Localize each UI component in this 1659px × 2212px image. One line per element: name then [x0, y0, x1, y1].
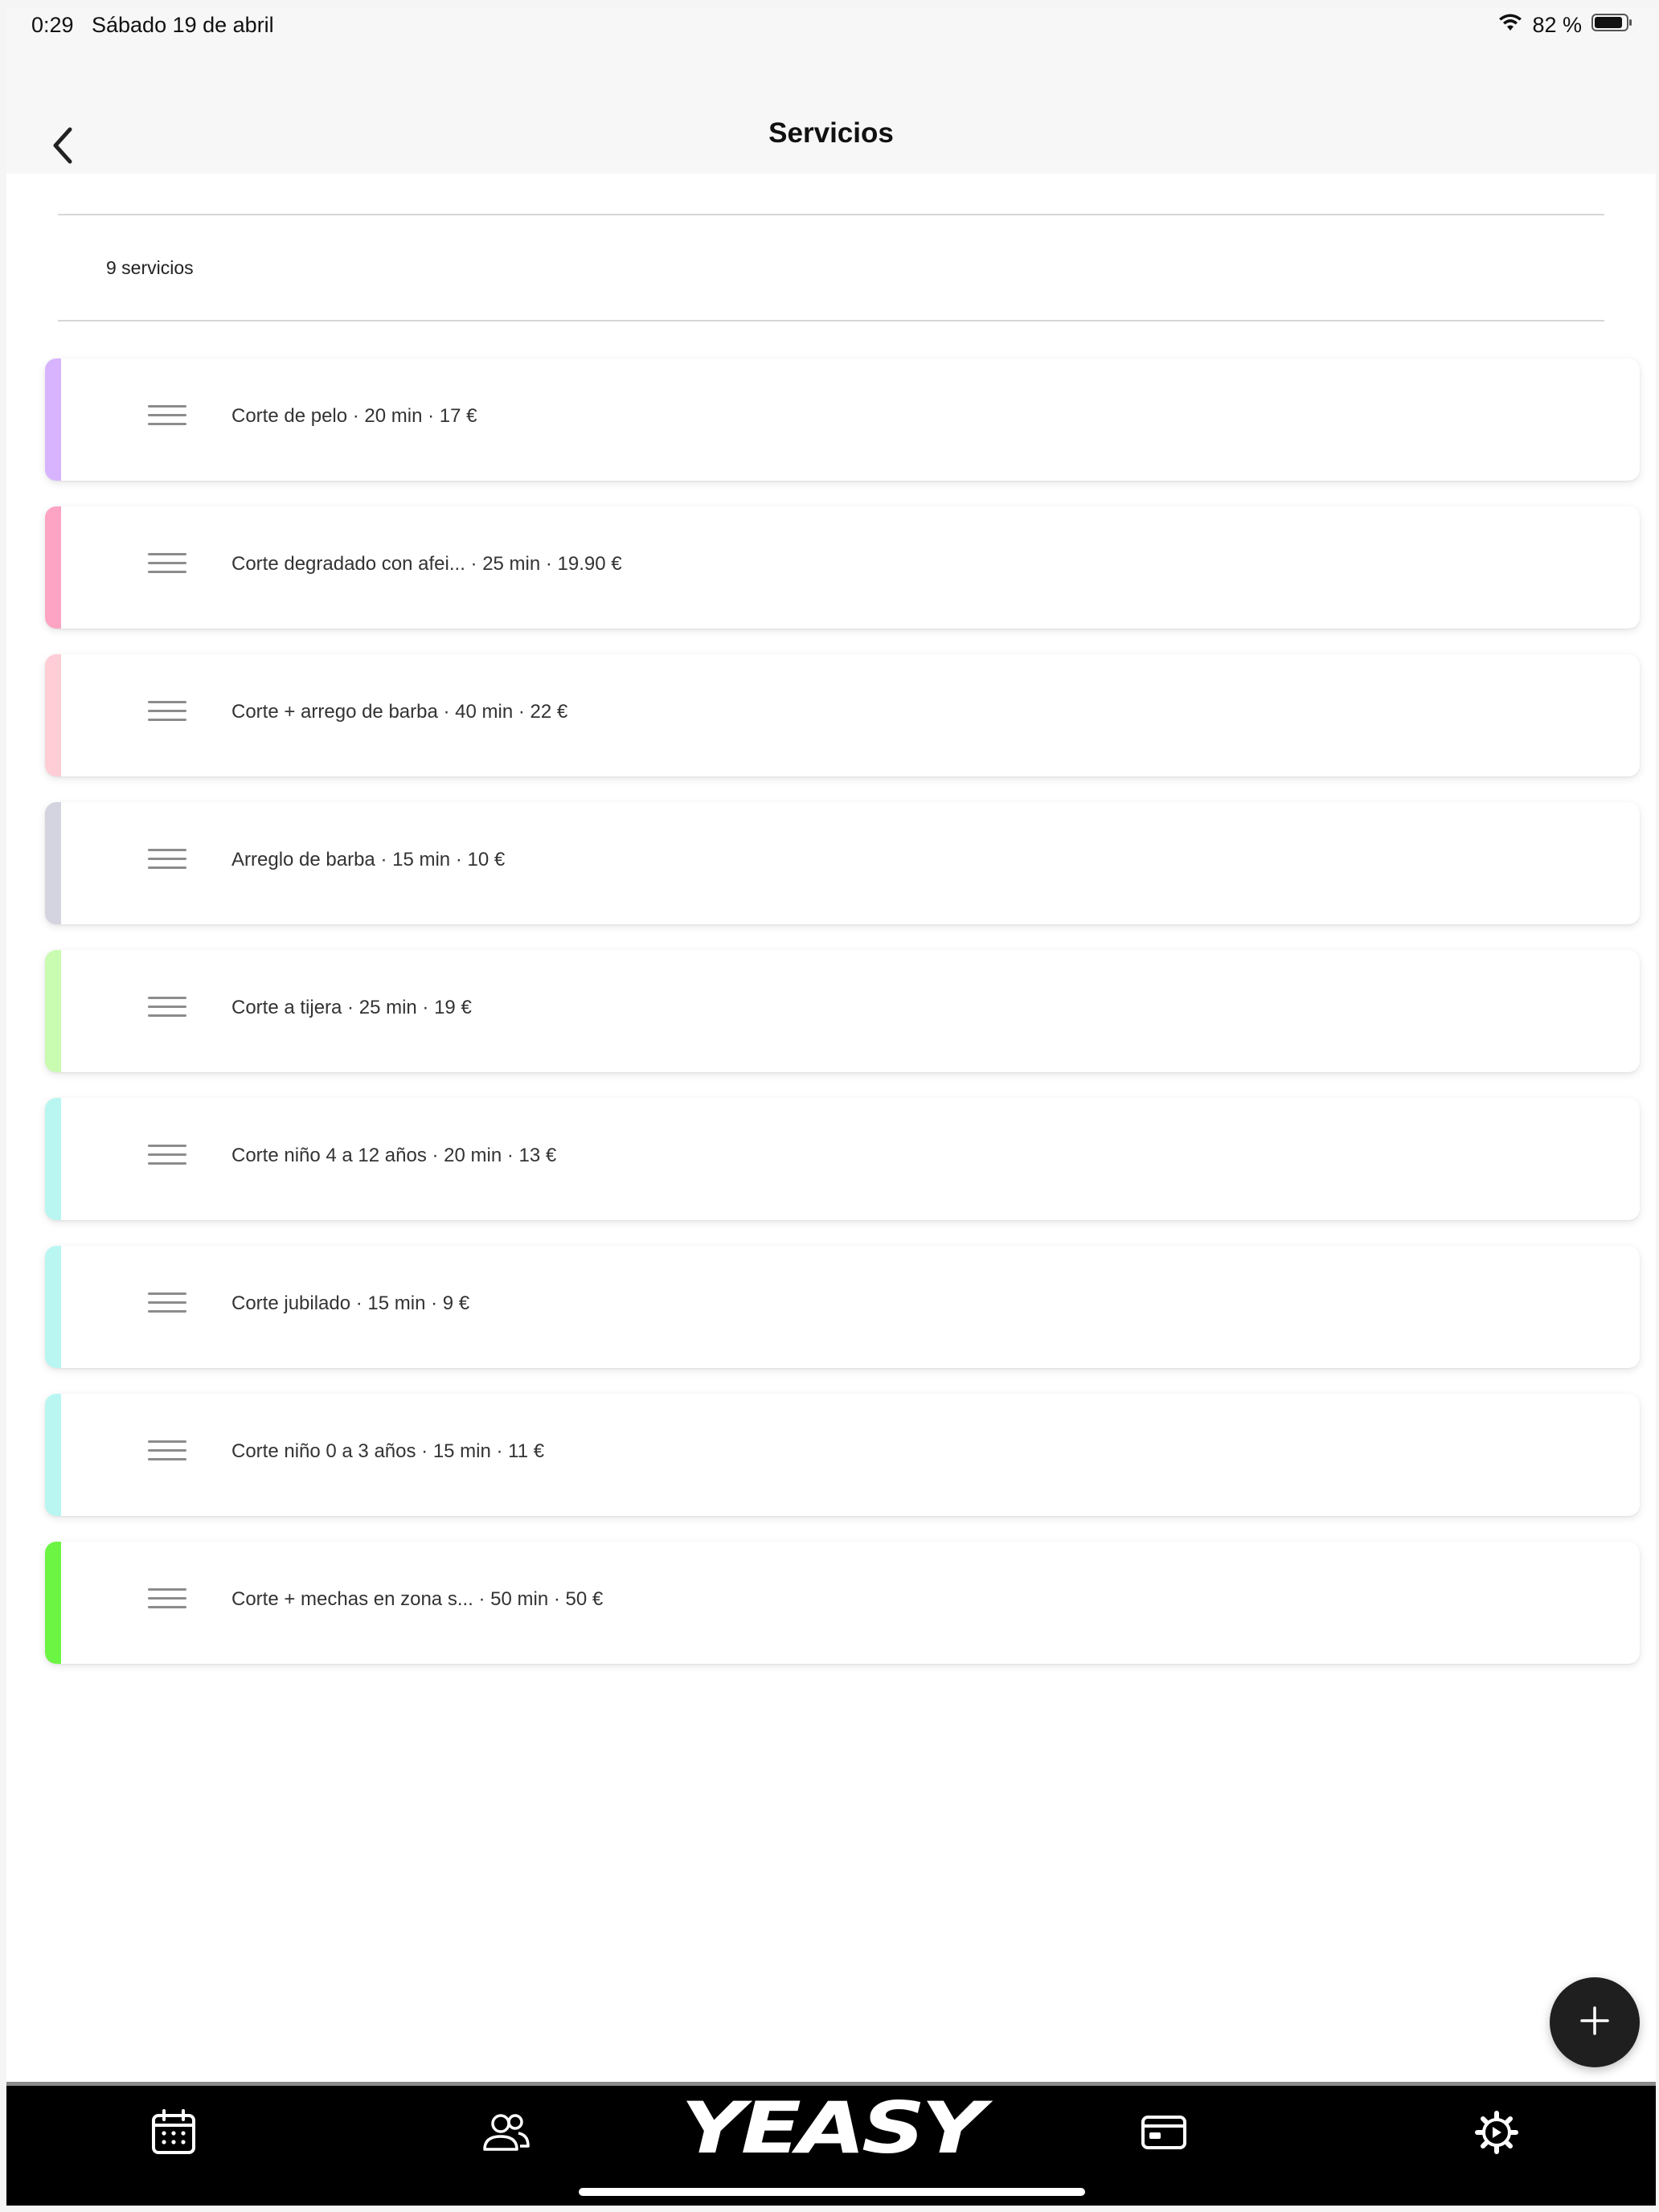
brand-logo: YEASY — [681, 2087, 985, 2169]
app-screen: 0:29 Sábado 19 de abril 82 % Servicios 9… — [6, 8, 1656, 2206]
service-item[interactable]: Corte niño 0 a 3 años · 15 min · 11 € — [45, 1394, 1640, 1516]
service-label: Corte niño 0 a 3 años · 15 min · 11 € — [231, 1440, 545, 1462]
battery-percent: 82 % — [1532, 13, 1582, 37]
drag-handle-icon[interactable] — [148, 1292, 186, 1321]
service-color-strip — [45, 358, 61, 481]
service-color-strip — [45, 1098, 61, 1220]
settings-icon — [1475, 2110, 1518, 2158]
drag-handle-icon[interactable] — [148, 849, 186, 878]
service-label: Corte degradado con afei... · 25 min · 1… — [231, 553, 622, 575]
users-icon — [481, 2112, 531, 2157]
service-item[interactable]: Corte + arrego de barba · 40 min · 22 € — [45, 654, 1640, 776]
service-color-strip — [45, 950, 61, 1072]
services-count-section: 9 servicios — [58, 214, 1604, 322]
service-color-strip — [45, 1394, 61, 1516]
drag-handle-icon[interactable] — [148, 1440, 186, 1469]
nav-clients[interactable] — [481, 2108, 532, 2160]
drag-handle-icon[interactable] — [148, 997, 186, 1026]
status-indicators: 82 % — [1498, 13, 1633, 38]
service-label: Corte a tijera · 25 min · 19 € — [231, 997, 472, 1018]
services-count: 9 servicios — [106, 257, 194, 278]
service-item[interactable]: Corte a tijera · 25 min · 19 € — [45, 950, 1640, 1072]
nav-calendar[interactable] — [148, 2108, 199, 2160]
service-list: Corte de pelo · 20 min · 17 € Corte degr… — [45, 358, 1640, 1690]
service-color-strip — [45, 802, 61, 924]
home-indicator[interactable] — [579, 2188, 1085, 2196]
drag-handle-icon[interactable] — [148, 1588, 186, 1617]
status-time: 0:29 — [31, 13, 74, 37]
drag-handle-icon[interactable] — [148, 701, 186, 730]
service-color-strip — [45, 1542, 61, 1664]
service-item[interactable]: Corte niño 4 a 12 años · 20 min · 13 € — [45, 1098, 1640, 1220]
service-color-strip — [45, 1246, 61, 1368]
service-item[interactable]: Corte de pelo · 20 min · 17 € — [45, 358, 1640, 481]
service-label: Corte + arrego de barba · 40 min · 22 € — [231, 701, 568, 723]
service-item[interactable]: Corte + mechas en zona s... · 50 min · 5… — [45, 1542, 1640, 1664]
bottom-nav: YEASY — [6, 2082, 1656, 2206]
service-item[interactable]: Arreglo de barba · 15 min · 10 € — [45, 802, 1640, 924]
calendar-icon — [150, 2108, 197, 2160]
page-title: Servicios — [768, 117, 894, 149]
service-label: Corte + mechas en zona s... · 50 min · 5… — [231, 1588, 604, 1610]
drag-handle-icon[interactable] — [148, 405, 186, 434]
card-icon — [1141, 2115, 1187, 2154]
drag-handle-icon[interactable] — [148, 553, 186, 582]
service-label: Arreglo de barba · 15 min · 10 € — [231, 849, 506, 870]
nav-settings[interactable] — [1471, 2108, 1522, 2160]
plus-icon — [1579, 2005, 1611, 2041]
service-item[interactable]: Corte jubilado · 15 min · 9 € — [45, 1246, 1640, 1368]
service-item[interactable]: Corte degradado con afei... · 25 min · 1… — [45, 506, 1640, 629]
wifi-icon — [1498, 13, 1522, 38]
service-color-strip — [45, 654, 61, 776]
battery-icon — [1591, 13, 1633, 38]
drag-handle-icon[interactable] — [148, 1145, 186, 1174]
nav-payments[interactable] — [1138, 2108, 1190, 2160]
service-color-strip — [45, 506, 61, 629]
status-date: Sábado 19 de abril — [92, 13, 274, 37]
service-label: Corte de pelo · 20 min · 17 € — [231, 405, 477, 427]
top-bar: 0:29 Sábado 19 de abril 82 % Servicios — [6, 8, 1656, 174]
service-label: Corte jubilado · 15 min · 9 € — [231, 1292, 470, 1314]
service-label: Corte niño 4 a 12 años · 20 min · 13 € — [231, 1145, 557, 1166]
add-service-button[interactable] — [1550, 1977, 1640, 2067]
